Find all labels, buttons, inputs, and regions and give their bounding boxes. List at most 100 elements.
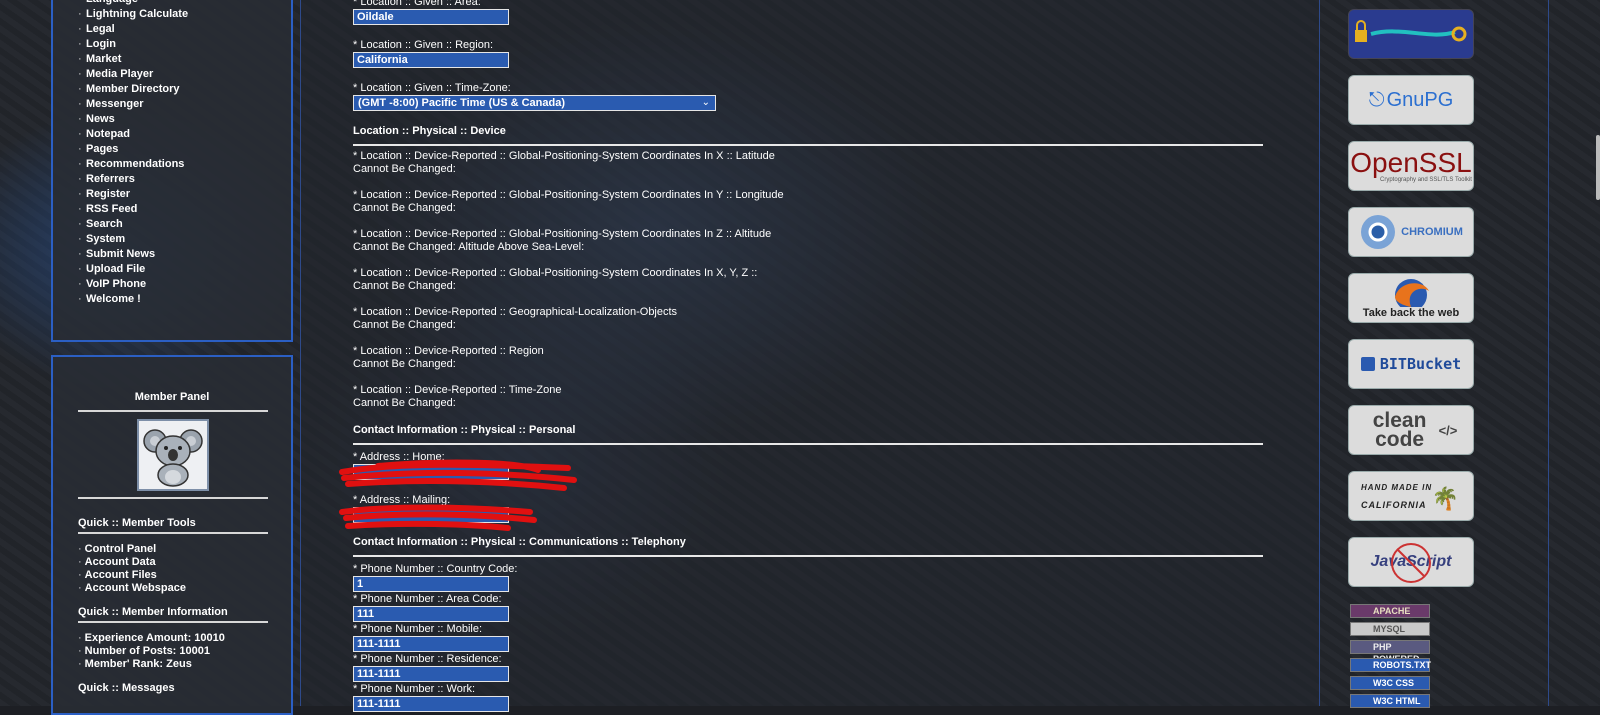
nav-item-label: Member Directory [86, 83, 180, 95]
work-input[interactable]: 111-1111 [353, 696, 509, 712]
area-input[interactable]: Oildale [353, 9, 509, 25]
bullet: · [78, 188, 82, 200]
nav-item[interactable]: · Pages [78, 142, 188, 157]
nav-item[interactable]: · Submit News [78, 247, 188, 262]
nav-item[interactable]: · Media Player [78, 67, 188, 82]
avatar[interactable] [137, 419, 209, 491]
list-item[interactable]: · Control Panel [78, 543, 186, 556]
nav-item[interactable]: · Upload File [78, 262, 188, 277]
bullet: · [78, 218, 82, 230]
badge-firefox[interactable]: Take back the web [1348, 273, 1474, 323]
nav-item-label: Upload File [86, 263, 146, 275]
device-row-value: Cannot Be Changed: [353, 163, 456, 175]
firefox-icon [1395, 279, 1429, 307]
work-label: * Phone Number :: Work: [353, 683, 476, 695]
nav-item[interactable]: · Recommendations [78, 157, 188, 172]
koala-avatar-icon [143, 429, 203, 487]
nav-item[interactable]: · System [78, 232, 188, 247]
list-item[interactable]: · Account Data [78, 556, 186, 569]
badge-handmade-california[interactable]: HAND MADE IN CALIFORNIA 🌴 [1348, 471, 1474, 521]
openssl-label: OpenSSL [1350, 146, 1472, 178]
nav-item[interactable]: · Lightning Calculate [78, 7, 188, 22]
bullet: · [78, 68, 82, 80]
nav-item[interactable]: · Search [78, 217, 188, 232]
bullet: · [78, 173, 82, 185]
list-item: · Experience Amount: 10010 [78, 632, 225, 645]
area-code-label: * Phone Number :: Area Code: [353, 593, 502, 605]
timezone-select[interactable]: (GMT -8:00) Pacific Time (US & Canada) ⌄ [353, 95, 716, 111]
device-row-label: * Location :: Device-Reported :: Global-… [353, 267, 758, 279]
badge-gnupg[interactable]: ⎋ GnuPG [1348, 75, 1474, 125]
mini-badge[interactable]: PHP POWERED [1350, 640, 1430, 664]
list-item-label: Account Data [84, 556, 156, 568]
mobile-input[interactable]: 111-1111 [353, 636, 509, 652]
bullet: · [78, 23, 82, 35]
badge-openssl[interactable]: OpenSSL Cryptography and SSL/TLS Toolkit [1348, 141, 1474, 191]
device-row-value: Cannot Be Changed: [353, 358, 456, 370]
bullet: · [78, 158, 82, 170]
timezone-label: * Location :: Given :: Time-Zone: [353, 82, 511, 94]
page-scrollbar[interactable] [1596, 135, 1600, 200]
nav-item[interactable]: · Market [78, 52, 188, 67]
divider [353, 144, 1263, 146]
badge-encryption[interactable] [1348, 9, 1474, 59]
bullet: · [78, 263, 82, 275]
nav-item[interactable]: · Notepad [78, 127, 188, 142]
list-item[interactable]: · Account Files [78, 569, 186, 582]
nav-item-label: Welcome ! [86, 293, 141, 305]
nav-item[interactable]: · Legal [78, 22, 188, 37]
device-row-label: * Location :: Device-Reported :: Geograp… [353, 306, 678, 318]
redaction-scribble [339, 459, 577, 491]
device-row-label: * Location :: Device-Reported :: Region [353, 345, 544, 357]
nav-item-label: Messenger [86, 98, 144, 110]
badge-clean-code[interactable]: clean code </> [1348, 405, 1474, 455]
area-label: * Location :: Given :: Area: [353, 0, 481, 8]
nav-item[interactable]: · Register [78, 187, 188, 202]
list-item-label: Account Webspace [84, 582, 186, 594]
badge-javascript[interactable]: JavaScript [1348, 537, 1474, 587]
country-code-input[interactable]: 1 [353, 576, 509, 592]
nav-item[interactable]: · News [78, 112, 188, 127]
chromium-icon [1361, 215, 1396, 249]
bullet: · [78, 556, 82, 568]
badge-chromium[interactable]: CHROMIUM [1348, 207, 1474, 257]
nav-item[interactable]: · RSS Feed [78, 202, 188, 217]
device-row-value: Cannot Be Changed: [353, 202, 456, 214]
residence-input[interactable]: 111-1111 [353, 666, 509, 682]
nav-item[interactable]: · Welcome ! [78, 292, 188, 307]
chevron-down-icon: ⌄ [701, 97, 710, 108]
nav-item-label: Notepad [86, 128, 130, 140]
bitbucket-icon [1360, 357, 1375, 371]
region-input[interactable]: California [353, 52, 509, 68]
nav-item[interactable]: · Login [78, 37, 188, 52]
member-info-label: Quick :: Member Information [78, 606, 228, 618]
nav-item-label: Referrers [86, 173, 135, 185]
area-code-input[interactable]: 111 [353, 606, 509, 622]
member-info-list: · Experience Amount: 10010 · Number of Post… [78, 632, 225, 671]
nav-item[interactable]: · Referrers [78, 172, 188, 187]
nav-item[interactable]: · VoIP Phone [78, 277, 188, 292]
list-item[interactable]: · Account Webspace [78, 582, 186, 595]
nav-item[interactable]: · Messenger [78, 97, 188, 112]
bullet: · [78, 98, 82, 110]
nav-list: ·Language·Lightning Calculate·Legal·Logi… [53, 0, 188, 307]
nav-item-label: Language [86, 0, 138, 5]
badge-bitbucket[interactable]: BITBucket [1348, 339, 1474, 389]
nav-item-label: Pages [86, 143, 119, 155]
nav-item[interactable]: · Member Directory [78, 82, 188, 97]
nav-item-label: Lightning Calculate [86, 8, 189, 20]
bullet: · [78, 293, 82, 305]
device-row-label: * Location :: Device-Reported :: Time-Zo… [353, 384, 562, 396]
mini-badge[interactable]: APACHE [1350, 604, 1430, 618]
list-item-label: Experience Amount: 10010 [84, 632, 225, 644]
list-item-label: Number of Posts: 10001 [84, 645, 210, 657]
mini-badge[interactable]: W3C CSS [1350, 676, 1430, 690]
mini-badge[interactable]: MYSQL [1350, 622, 1430, 636]
device-row-value: Cannot Be Changed: [353, 397, 456, 409]
messages-label: Quick :: Messages [78, 682, 175, 694]
device-section-title: Location :: Physical :: Device [353, 125, 506, 137]
mini-badge[interactable]: ROBOTS.TXT [1350, 658, 1431, 672]
divider [353, 443, 1263, 445]
list-item-label: Member' Rank: Zeus [84, 658, 192, 670]
nav-item[interactable]: ·Language [78, 0, 188, 7]
